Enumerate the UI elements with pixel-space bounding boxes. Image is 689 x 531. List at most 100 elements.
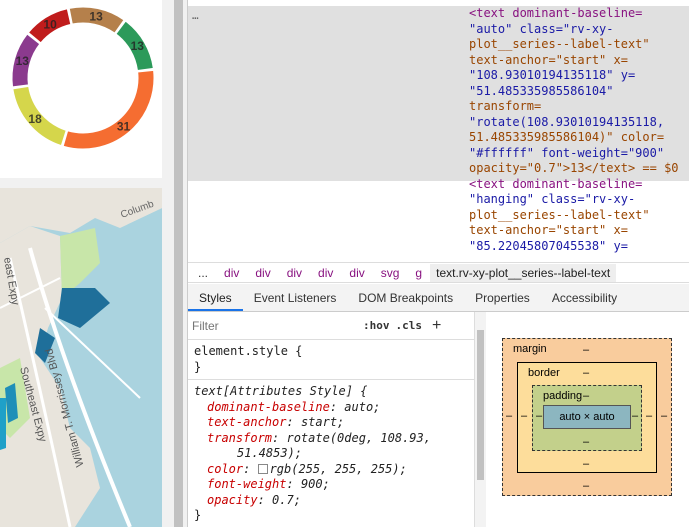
donut-segment-label: 13 [16,54,30,68]
tab-dom-breakpoints[interactable]: DOM Breakpoints [347,284,464,311]
breadcrumb: ... div div div div div svg g text.rv-xy… [188,262,689,283]
donut-segment[interactable] [62,69,155,150]
property-name: color [207,461,244,476]
border-bottom-value[interactable]: – [583,458,589,470]
styles-scrollbar[interactable] [474,312,486,527]
breadcrumb-item[interactable]: div [224,266,239,280]
margin-label: margin [513,343,547,355]
margin-left-value[interactable]: – [506,410,512,422]
styles-pane: :hov .cls + element.style { } text[Attri… [188,312,474,527]
rule-selector: element.style { [194,344,303,358]
dom-line[interactable]: "108.93010194135118" y= [469,68,635,84]
node-ellipsis-button[interactable]: … [192,8,200,24]
property-name: opacity [207,492,258,507]
property-value: start; [300,415,345,429]
padding-top-value[interactable]: – [583,390,589,402]
property-value: 900; [300,477,330,491]
street-map[interactable]: Columb east Expy William T. Morrissey Bl… [0,188,162,528]
property-name: transform [207,430,273,445]
breadcrumb-item[interactable]: div [255,266,270,280]
dom-line[interactable]: text-anchor="start" x= [469,223,628,239]
property-name: font-weight [207,477,287,491]
content-box[interactable]: auto × auto [543,405,631,429]
breadcrumb-item[interactable]: g [415,266,422,280]
dom-line[interactable]: <text dominant-baseline= [469,6,642,22]
sidebar-tabs: Styles Event Listeners DOM Breakpoints P… [188,284,689,312]
cls-toggle[interactable]: .cls [396,319,423,332]
property-name: text-anchor [207,415,287,429]
padding-right-value[interactable]: – [632,410,638,422]
devtools-panel: … <text dominant-baseline= "auto" class="… [187,0,689,527]
dom-line[interactable]: "rotate(108.93010194135118, [469,115,664,131]
content-size: auto × auto [559,411,615,423]
property-value: auto; [344,399,381,414]
page-scrollbar-thumb[interactable] [174,0,183,527]
dom-line[interactable]: plot__series--label-text" [469,37,650,53]
donut-segment-label: 13 [131,39,145,53]
style-property[interactable]: transform: rotate(0deg, 108.93, [194,431,468,447]
donut-segment-label: 31 [117,119,131,133]
donut-segment-label: 10 [43,17,57,31]
dom-line[interactable]: text-anchor="start" x= [469,53,628,69]
breadcrumb-item[interactable]: div [349,266,364,280]
rule-close: } [194,359,202,374]
filter-input[interactable] [192,318,357,333]
tab-accessibility[interactable]: Accessibility [541,284,628,311]
property-name: dominant-baseline [207,399,330,414]
dom-tree[interactable]: … <text dominant-baseline= "auto" class="… [188,0,689,262]
dom-line[interactable]: 51.485335985586104)" color= [469,130,664,146]
margin-bottom-value[interactable]: – [583,480,589,492]
padding-left-value[interactable]: – [536,410,542,422]
style-property[interactable]: font-weight: 900; [194,477,468,493]
rule-close: } [194,508,202,522]
donut-segment-label: 18 [28,112,42,126]
dom-line[interactable]: plot__series--label-text" [469,208,650,224]
tab-event-listeners[interactable]: Event Listeners [243,284,348,311]
border-label: border [528,367,560,379]
rule-selector: text[Attributes Style] { [194,384,368,398]
property-value: 51.4853); [237,446,303,460]
dom-line[interactable]: "hanging" class="rv-xy- [469,192,635,208]
breadcrumb-item[interactable]: svg [381,266,400,280]
tab-styles[interactable]: Styles [188,284,243,311]
dom-line[interactable]: opacity="0.7">13</text> == $0 [469,161,679,177]
element-style-rule[interactable]: element.style { } [188,340,474,380]
color-swatch[interactable] [257,463,268,474]
page-viewport: 13 13 31 18 13 10 Columb east Expy William T.… [0,0,170,528]
property-value: rotate(0deg, 108.93, [286,430,431,445]
box-model-diagram: margin – – – – border – – – – padding – … [486,312,689,527]
style-property[interactable]: color: rgb(255, 255, 255); [194,462,468,478]
padding-label: padding [543,390,583,402]
style-property[interactable]: dominant-baseline: auto; [194,400,468,416]
padding-bottom-value[interactable]: – [583,436,589,448]
style-property[interactable]: text-anchor: start; [194,415,468,431]
property-value: 0.7; [272,492,301,507]
hov-toggle[interactable]: :hov [363,319,390,332]
style-property[interactable]: opacity: 0.7; [194,493,468,509]
dom-line[interactable]: transform= [469,99,541,115]
breadcrumb-item[interactable]: ... [198,266,208,280]
dom-line[interactable]: "85.22045807045538" y= [469,239,628,255]
dom-line[interactable]: "51.485335985586104" [469,84,614,100]
breadcrumb-current[interactable]: text.rv-xy-plot__series--label-text [430,263,617,282]
attributes-style-rule[interactable]: text[Attributes Style] { dominant-baseli… [188,380,474,528]
margin-right-value[interactable]: – [661,410,667,422]
style-property-continued: 51.4853); [194,446,468,462]
styles-toolbar: :hov .cls + [188,312,474,340]
donut-segment-label: 13 [89,9,103,23]
breadcrumb-item[interactable]: div [287,266,302,280]
styles-scrollbar-thumb[interactable] [477,330,484,480]
border-left-value[interactable]: – [521,410,527,422]
page-scrollbar[interactable] [170,0,187,527]
tab-properties[interactable]: Properties [464,284,541,311]
donut-chart: 13 13 31 18 13 10 [0,0,162,178]
border-right-value[interactable]: – [646,410,652,422]
margin-top-value[interactable]: – [583,344,589,356]
new-rule-button[interactable]: + [432,317,441,335]
dom-line[interactable]: "auto" class="rv-xy- [469,22,614,38]
property-value: rgb(255, 255, 255); [269,461,407,476]
border-top-value[interactable]: – [583,367,589,379]
breadcrumb-item[interactable]: div [318,266,333,280]
dom-line[interactable]: "#ffffff" font-weight="900" [469,146,664,162]
dom-line[interactable]: <text dominant-baseline= [469,177,642,193]
